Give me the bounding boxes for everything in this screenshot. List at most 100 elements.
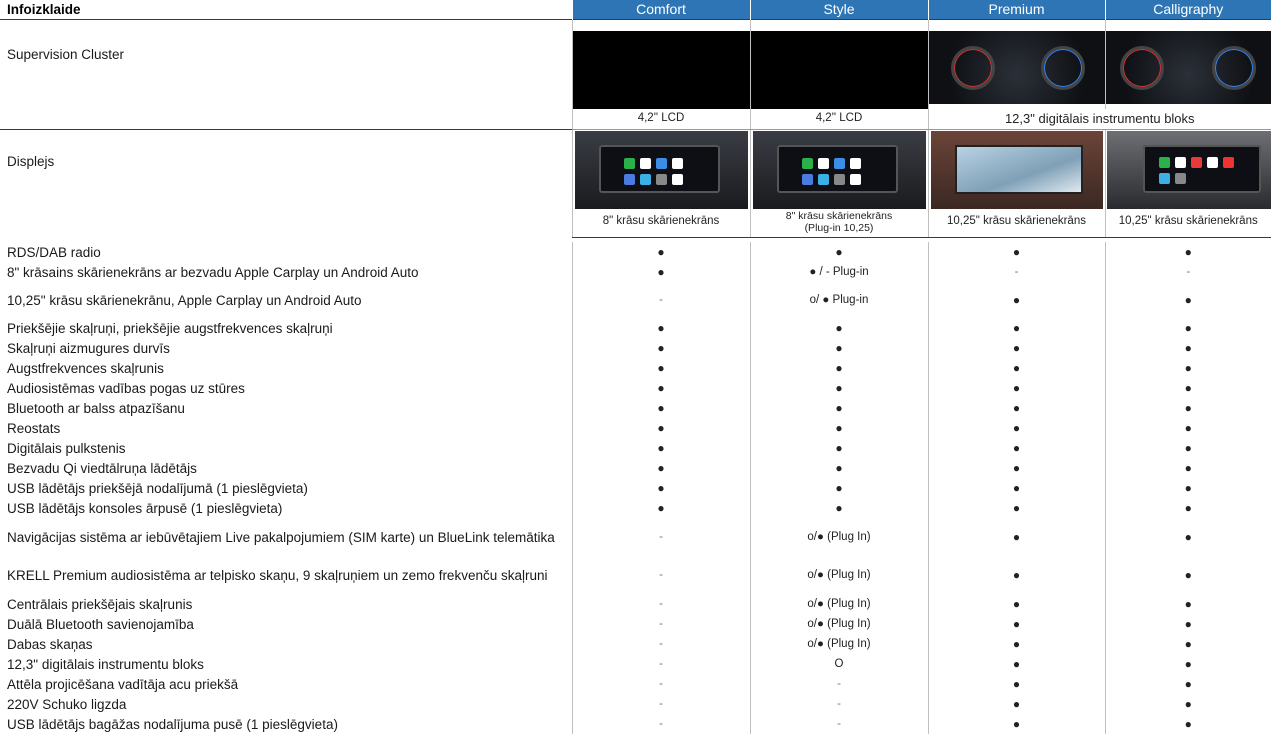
feature-label: Centrālais priekšējais skaļrunis — [7, 596, 193, 612]
feature-value-style: ● — [749, 498, 928, 518]
feature-value-premium: ● — [927, 378, 1105, 398]
column-header-premium: Premium — [927, 0, 1105, 19]
feature-value-premium: ● — [927, 418, 1105, 438]
feature-value-comfort: ● — [571, 318, 750, 338]
feature-value-calligraphy: ● — [1104, 694, 1271, 714]
feature-value-comfort: ● — [571, 478, 750, 498]
feature-value-comfort: ● — [571, 338, 750, 358]
feature-value-calligraphy: ● — [1104, 242, 1271, 262]
feature-value-comfort: ● — [571, 378, 750, 398]
feature-value-premium: ● — [927, 438, 1105, 458]
feature-row: 12,3" digitālais instrumentu bloks - O ● ● — [0, 654, 1271, 674]
feature-value-premium: ● — [927, 694, 1105, 714]
feature-value-calligraphy: ● — [1104, 418, 1271, 438]
feature-row: Skaļruņi aizmugures durvīs ● ● ● ● — [0, 338, 1271, 358]
feature-value-style: ● / - Plug-in — [749, 262, 928, 282]
feature-value-calligraphy: ● — [1104, 714, 1271, 734]
feature-value-calligraphy: ● — [1104, 338, 1271, 358]
column-header-style: Style — [749, 0, 928, 19]
feature-value-premium: ● — [927, 242, 1105, 262]
display-caption-premium: 10,25" krāsu skārienekrāns — [927, 207, 1105, 238]
feature-value-style: o/● (Plug In) — [749, 614, 928, 634]
feature-label: USB lādētājs bagāžas nodalījuma pusē (1 … — [7, 716, 338, 732]
feature-row: 220V Schuko ligzda - - ● ● — [0, 694, 1271, 714]
feature-value-calligraphy: ● — [1104, 318, 1271, 338]
feature-value-calligraphy: ● — [1104, 378, 1271, 398]
feature-row: USB lādētājs priekšējā nodalījumā (1 pie… — [0, 478, 1271, 498]
feature-value-comfort: - — [571, 518, 750, 556]
cluster-caption-premium-calligraphy: 12,3" digitālais instrumentu bloks — [927, 109, 1271, 130]
feature-label: Digitālais pulkstenis — [7, 440, 126, 456]
feature-label: 10,25" krāsu skārienekrānu, Apple Carpla… — [7, 292, 362, 308]
feature-value-comfort: - — [571, 654, 750, 674]
feature-value-calligraphy: ● — [1104, 634, 1271, 654]
feature-value-premium: ● — [927, 358, 1105, 378]
feature-value-premium: ● — [927, 498, 1105, 518]
feature-value-calligraphy: ● — [1104, 398, 1271, 418]
feature-label: Dabas skaņas — [7, 636, 93, 652]
feature-value-comfort: - — [571, 694, 750, 714]
feature-row: Attēla projicēšana vadītāja acu priekšā -… — [0, 674, 1271, 694]
cluster-caption-style: 4,2'' LCD — [749, 109, 928, 130]
feature-value-calligraphy: ● — [1104, 614, 1271, 634]
feature-value-style: ● — [749, 378, 928, 398]
feature-label: USB lādētājs konsoles ārpusē (1 pieslēgv… — [7, 500, 283, 516]
feature-value-calligraphy: ● — [1104, 478, 1271, 498]
feature-label: Augstfrekvences skaļrunis — [7, 360, 164, 376]
display-label: Displejs — [0, 128, 572, 237]
feature-value-comfort: ● — [571, 262, 750, 282]
feature-value-style: O — [749, 654, 928, 674]
feature-row: Digitālais pulkstenis ● ● ● ● — [0, 438, 1271, 458]
feature-value-calligraphy: ● — [1104, 498, 1271, 518]
feature-value-comfort: - — [571, 714, 750, 734]
cluster-image-comfort — [573, 31, 750, 109]
feature-row: Dabas skaņas - o/● (Plug In) ● ● — [0, 634, 1271, 654]
feature-label: Audiosistēmas vadības pogas uz stūres — [7, 380, 245, 396]
feature-row: Bluetooth ar balss atpazīšanu ● ● ● ● — [0, 398, 1271, 418]
feature-value-style: ● — [749, 398, 928, 418]
feature-row: RDS/DAB radio ● ● ● ● — [0, 242, 1271, 262]
feature-value-comfort: ● — [571, 498, 750, 518]
feature-value-premium: ● — [927, 654, 1105, 674]
feature-value-premium: ● — [927, 282, 1105, 318]
cluster-image-calligraphy — [1106, 31, 1271, 104]
feature-row: Centrālais priekšējais skaļrunis - o/● (Pl… — [0, 594, 1271, 614]
feature-value-comfort: ● — [571, 418, 750, 438]
feature-row: Bezvadu Qi viedtālruņa lādētājs ● ● ● ● — [0, 458, 1271, 478]
feature-value-comfort: - — [571, 614, 750, 634]
cluster-image-premium — [929, 31, 1105, 104]
column-header-comfort: Comfort — [571, 0, 750, 19]
feature-row: Audiosistēmas vadības pogas uz stūres ● ● ●… — [0, 378, 1271, 398]
feature-value-premium: ● — [927, 318, 1105, 338]
feature-value-comfort: - — [571, 556, 750, 594]
feature-value-premium: - — [927, 262, 1105, 282]
feature-value-calligraphy: ● — [1104, 358, 1271, 378]
display-image-style — [753, 131, 926, 209]
feature-value-style: o/● (Plug In) — [749, 556, 928, 594]
feature-label: Navigācijas sistēma ar iebūvētajiem Live… — [7, 529, 555, 545]
feature-value-comfort: - — [571, 282, 750, 318]
feature-label: Attēla projicēšana vadītāja acu priekšā — [7, 676, 239, 692]
display-image-premium — [931, 131, 1103, 209]
feature-value-premium: ● — [927, 674, 1105, 694]
feature-label: 12,3" digitālais instrumentu bloks — [7, 656, 204, 672]
feature-value-premium: ● — [927, 634, 1105, 654]
feature-row: USB lādētājs konsoles ārpusē (1 pieslēgv… — [0, 498, 1271, 518]
feature-label: Priekšējie skaļruņi, priekšējie augstfre… — [7, 320, 333, 336]
feature-value-calligraphy: ● — [1104, 654, 1271, 674]
feature-value-calligraphy: ● — [1104, 282, 1271, 318]
feature-row: Navigācijas sistēma ar iebūvētajiem Live… — [0, 518, 1271, 556]
feature-label: 8" krāsains skārienekrāns ar bezvadu App… — [7, 264, 419, 280]
feature-value-calligraphy: ● — [1104, 556, 1271, 594]
feature-row: USB lādētājs bagāžas nodalījuma pusē (1 … — [0, 714, 1271, 734]
cluster-image-style — [751, 31, 928, 109]
feature-label: RDS/DAB radio — [7, 244, 101, 260]
feature-label: Bezvadu Qi viedtālruņa lādētājs — [7, 460, 197, 476]
feature-value-style: o/● (Plug In) — [749, 518, 928, 556]
feature-value-style: ● — [749, 318, 928, 338]
feature-value-premium: ● — [927, 478, 1105, 498]
feature-value-comfort: ● — [571, 358, 750, 378]
feature-value-comfort: - — [571, 674, 750, 694]
feature-value-style: ● — [749, 358, 928, 378]
display-caption-calligraphy: 10,25" krāsu skārienekrāns — [1104, 207, 1271, 238]
